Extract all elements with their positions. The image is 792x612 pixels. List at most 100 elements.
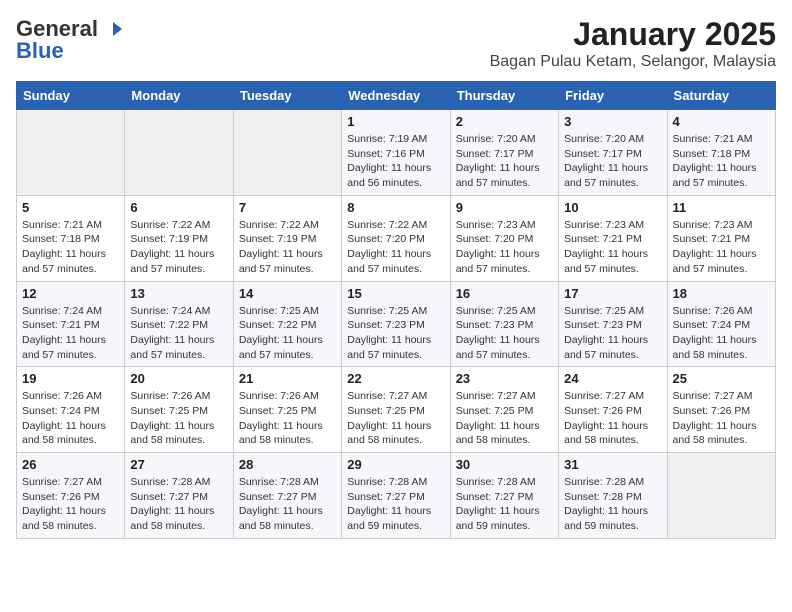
sunset-text: Sunset: 7:23 PM [347, 318, 444, 333]
day-info: Sunrise: 7:27 AMSunset: 7:26 PMDaylight:… [564, 389, 661, 448]
sunset-text: Sunset: 7:27 PM [456, 490, 553, 505]
sunset-text: Sunset: 7:21 PM [673, 232, 770, 247]
day-cell: 10Sunrise: 7:23 AMSunset: 7:21 PMDayligh… [559, 195, 667, 281]
day-info: Sunrise: 7:19 AMSunset: 7:16 PMDaylight:… [347, 132, 444, 191]
page-header: General Blue January 2025 Bagan Pulau Ke… [16, 16, 776, 71]
calendar-table: SundayMondayTuesdayWednesdayThursdayFrid… [16, 81, 776, 539]
day-info: Sunrise: 7:24 AMSunset: 7:22 PMDaylight:… [130, 304, 227, 363]
daylight-text: Daylight: 11 hours and 58 minutes. [239, 419, 336, 448]
day-number: 20 [130, 371, 227, 386]
week-row-3: 12Sunrise: 7:24 AMSunset: 7:21 PMDayligh… [17, 281, 776, 367]
sunrise-text: Sunrise: 7:28 AM [564, 475, 661, 490]
daylight-text: Daylight: 11 hours and 57 minutes. [22, 247, 119, 276]
weekday-header-friday: Friday [559, 82, 667, 110]
sunset-text: Sunset: 7:25 PM [239, 404, 336, 419]
day-cell: 28Sunrise: 7:28 AMSunset: 7:27 PMDayligh… [233, 453, 341, 539]
day-info: Sunrise: 7:27 AMSunset: 7:25 PMDaylight:… [347, 389, 444, 448]
daylight-text: Daylight: 11 hours and 57 minutes. [456, 333, 553, 362]
calendar-body: 1Sunrise: 7:19 AMSunset: 7:16 PMDaylight… [17, 110, 776, 539]
sunrise-text: Sunrise: 7:22 AM [239, 218, 336, 233]
day-number: 19 [22, 371, 119, 386]
sunrise-text: Sunrise: 7:24 AM [22, 304, 119, 319]
sunrise-text: Sunrise: 7:19 AM [347, 132, 444, 147]
day-number: 5 [22, 200, 119, 215]
day-info: Sunrise: 7:28 AMSunset: 7:27 PMDaylight:… [130, 475, 227, 534]
sunset-text: Sunset: 7:26 PM [673, 404, 770, 419]
day-cell: 30 Sunrise: 7:28 AMSunset: 7:27 PMDayligh… [450, 453, 558, 539]
sunset-text: Sunset: 7:17 PM [564, 147, 661, 162]
sunrise-text: Sunrise: 7:28 AM [130, 475, 227, 490]
day-cell: 17Sunrise: 7:25 AMSunset: 7:23 PMDayligh… [559, 281, 667, 367]
day-number: 23 [456, 371, 553, 386]
day-cell: 5Sunrise: 7:21 AMSunset: 7:18 PMDaylight… [17, 195, 125, 281]
day-number: 22 [347, 371, 444, 386]
day-cell: 29 Sunrise: 7:28 AMSunset: 7:27 PMDayligh… [342, 453, 450, 539]
sunset-text: Sunset: 7:22 PM [130, 318, 227, 333]
day-number: 29 [347, 457, 444, 472]
day-number: 1 [347, 114, 444, 129]
day-cell: 2 Sunrise: 7:20 AMSunset: 7:17 PMDaylight… [450, 110, 558, 196]
week-row-5: 26Sunrise: 7:27 AMSunset: 7:26 PMDayligh… [17, 453, 776, 539]
sunset-text: Sunset: 7:24 PM [22, 404, 119, 419]
day-info: Sunrise: 7:27 AMSunset: 7:25 PMDaylight:… [456, 389, 553, 448]
week-row-1: 1Sunrise: 7:19 AMSunset: 7:16 PMDaylight… [17, 110, 776, 196]
day-info: Sunrise: 7:23 AMSunset: 7:21 PMDaylight:… [673, 218, 770, 277]
sunrise-text: Sunrise: 7:26 AM [22, 389, 119, 404]
day-info: Sunrise: 7:25 AMSunset: 7:23 PMDaylight:… [347, 304, 444, 363]
day-cell [17, 110, 125, 196]
sunrise-text: Sunrise: 7:22 AM [347, 218, 444, 233]
day-info: Sunrise: 7:28 AMSunset: 7:27 PMDaylight:… [456, 475, 553, 534]
day-cell: 15Sunrise: 7:25 AMSunset: 7:23 PMDayligh… [342, 281, 450, 367]
day-cell: 9Sunrise: 7:23 AMSunset: 7:20 PMDaylight… [450, 195, 558, 281]
day-number: 16 [456, 286, 553, 301]
day-number: 6 [130, 200, 227, 215]
daylight-text: Daylight: 11 hours and 57 minutes. [239, 333, 336, 362]
sunset-text: Sunset: 7:27 PM [239, 490, 336, 505]
daylight-text: Daylight: 11 hours and 58 minutes. [22, 504, 119, 533]
sunset-text: Sunset: 7:17 PM [456, 147, 553, 162]
day-number: 17 [564, 286, 661, 301]
day-info: Sunrise: 7:28 AMSunset: 7:27 PMDaylight:… [347, 475, 444, 534]
sunset-text: Sunset: 7:18 PM [673, 147, 770, 162]
daylight-text: Daylight: 11 hours and 57 minutes. [673, 161, 770, 190]
day-info: Sunrise: 7:20 AMSunset: 7:17 PMDaylight:… [564, 132, 661, 191]
day-cell: 18Sunrise: 7:26 AMSunset: 7:24 PMDayligh… [667, 281, 775, 367]
calendar-header: SundayMondayTuesdayWednesdayThursdayFrid… [17, 82, 776, 110]
daylight-text: Daylight: 11 hours and 58 minutes. [239, 504, 336, 533]
day-number: 26 [22, 457, 119, 472]
daylight-text: Daylight: 11 hours and 57 minutes. [347, 247, 444, 276]
day-info: Sunrise: 7:25 AMSunset: 7:22 PMDaylight:… [239, 304, 336, 363]
day-number: 4 [673, 114, 770, 129]
day-number: 13 [130, 286, 227, 301]
weekday-header-monday: Monday [125, 82, 233, 110]
day-cell: 27Sunrise: 7:28 AMSunset: 7:27 PMDayligh… [125, 453, 233, 539]
day-number: 12 [22, 286, 119, 301]
sunrise-text: Sunrise: 7:26 AM [130, 389, 227, 404]
sunset-text: Sunset: 7:26 PM [22, 490, 119, 505]
sunset-text: Sunset: 7:23 PM [456, 318, 553, 333]
sunset-text: Sunset: 7:22 PM [239, 318, 336, 333]
sunrise-text: Sunrise: 7:25 AM [239, 304, 336, 319]
weekday-header-saturday: Saturday [667, 82, 775, 110]
day-info: Sunrise: 7:28 AMSunset: 7:28 PMDaylight:… [564, 475, 661, 534]
day-cell: 23 Sunrise: 7:27 AMSunset: 7:25 PMDayligh… [450, 367, 558, 453]
daylight-text: Daylight: 11 hours and 57 minutes. [130, 333, 227, 362]
daylight-text: Daylight: 11 hours and 58 minutes. [673, 419, 770, 448]
daylight-text: Daylight: 11 hours and 57 minutes. [239, 247, 336, 276]
day-info: Sunrise: 7:20 AMSunset: 7:17 PMDaylight:… [456, 132, 553, 191]
day-number: 30 [456, 457, 553, 472]
day-cell: 21Sunrise: 7:26 AMSunset: 7:25 PMDayligh… [233, 367, 341, 453]
day-cell: 8Sunrise: 7:22 AMSunset: 7:20 PMDaylight… [342, 195, 450, 281]
day-number: 28 [239, 457, 336, 472]
sunset-text: Sunset: 7:23 PM [564, 318, 661, 333]
day-number: 24 [564, 371, 661, 386]
sunrise-text: Sunrise: 7:27 AM [564, 389, 661, 404]
sunrise-text: Sunrise: 7:28 AM [456, 475, 553, 490]
day-cell: 22 Sunrise: 7:27 AMSunset: 7:25 PMDayligh… [342, 367, 450, 453]
day-cell: 4Sunrise: 7:21 AMSunset: 7:18 PMDaylight… [667, 110, 775, 196]
day-number: 25 [673, 371, 770, 386]
day-info: Sunrise: 7:23 AMSunset: 7:20 PMDaylight:… [456, 218, 553, 277]
sunset-text: Sunset: 7:16 PM [347, 147, 444, 162]
day-number: 8 [347, 200, 444, 215]
day-number: 2 [456, 114, 553, 129]
